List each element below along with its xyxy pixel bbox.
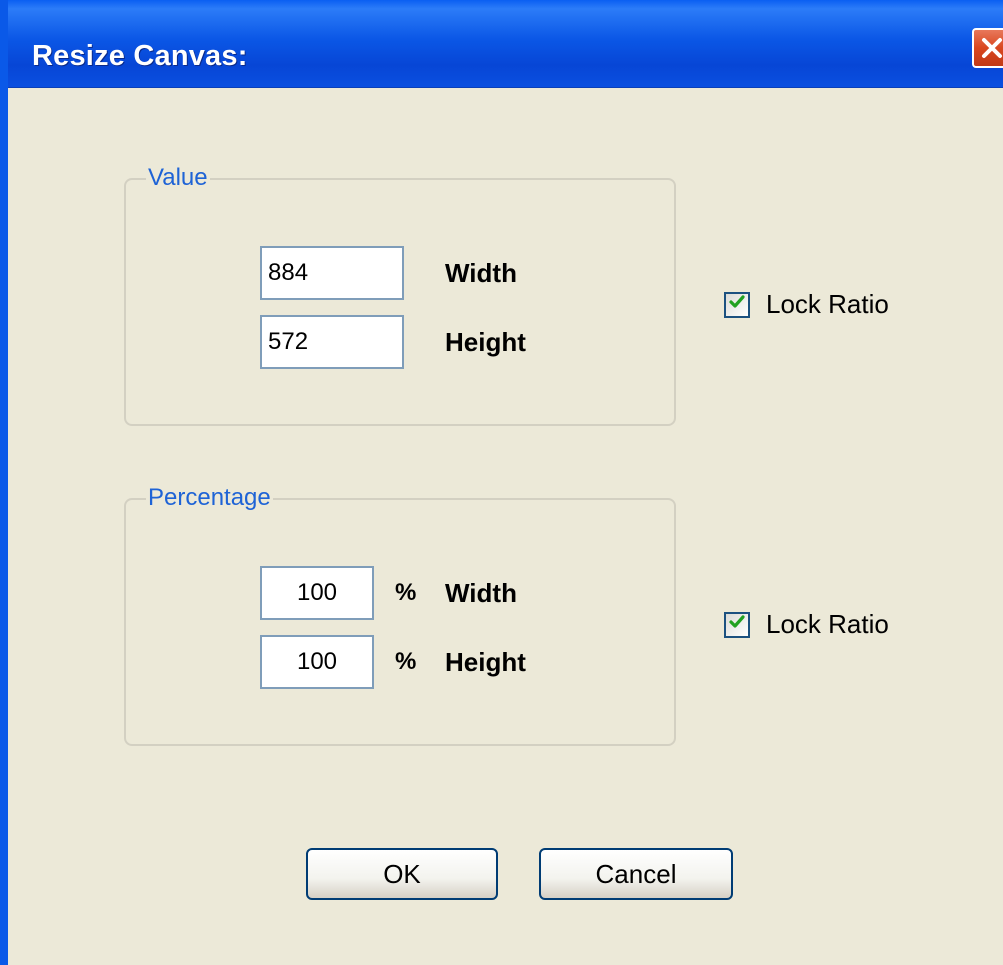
close-button[interactable] xyxy=(972,28,1003,68)
percentage-width-input[interactable]: 100 xyxy=(260,566,374,620)
ok-button[interactable]: OK xyxy=(306,848,498,900)
value-height-input[interactable]: 572 xyxy=(260,315,404,369)
percentage-width-label: Width xyxy=(445,578,517,608)
percentage-lock-ratio-label: Lock Ratio xyxy=(766,609,889,639)
value-group: Value xyxy=(124,160,676,426)
close-icon xyxy=(979,35,1003,61)
value-width-label: Width xyxy=(445,258,517,288)
value-height-label: Height xyxy=(445,327,526,357)
checkmark-icon xyxy=(728,293,746,316)
value-lock-ratio-box[interactable] xyxy=(724,291,750,318)
percentage-height-label: Height xyxy=(445,647,526,677)
value-group-legend: Value xyxy=(146,160,210,196)
value-width-input[interactable]: 884 xyxy=(260,246,404,300)
resize-canvas-dialog: Resize Canvas: Value 884 Width 572 Heigh… xyxy=(0,0,1003,965)
cancel-button[interactable]: Cancel xyxy=(539,848,733,900)
window-title: Resize Canvas: xyxy=(32,40,248,72)
percentage-lock-ratio-checkbox[interactable]: Lock Ratio xyxy=(724,609,889,640)
percentage-height-unit: % xyxy=(395,648,417,675)
title-bar[interactable]: Resize Canvas: xyxy=(8,0,1003,88)
percentage-lock-ratio-box[interactable] xyxy=(724,611,750,638)
value-lock-ratio-label: Lock Ratio xyxy=(766,289,889,319)
checkmark-icon xyxy=(728,613,746,636)
percentage-width-unit: % xyxy=(395,579,417,606)
percentage-height-input[interactable]: 100 xyxy=(260,635,374,689)
percentage-group: Percentage xyxy=(124,480,676,746)
value-lock-ratio-checkbox[interactable]: Lock Ratio xyxy=(724,289,889,320)
percentage-group-legend: Percentage xyxy=(146,480,273,516)
